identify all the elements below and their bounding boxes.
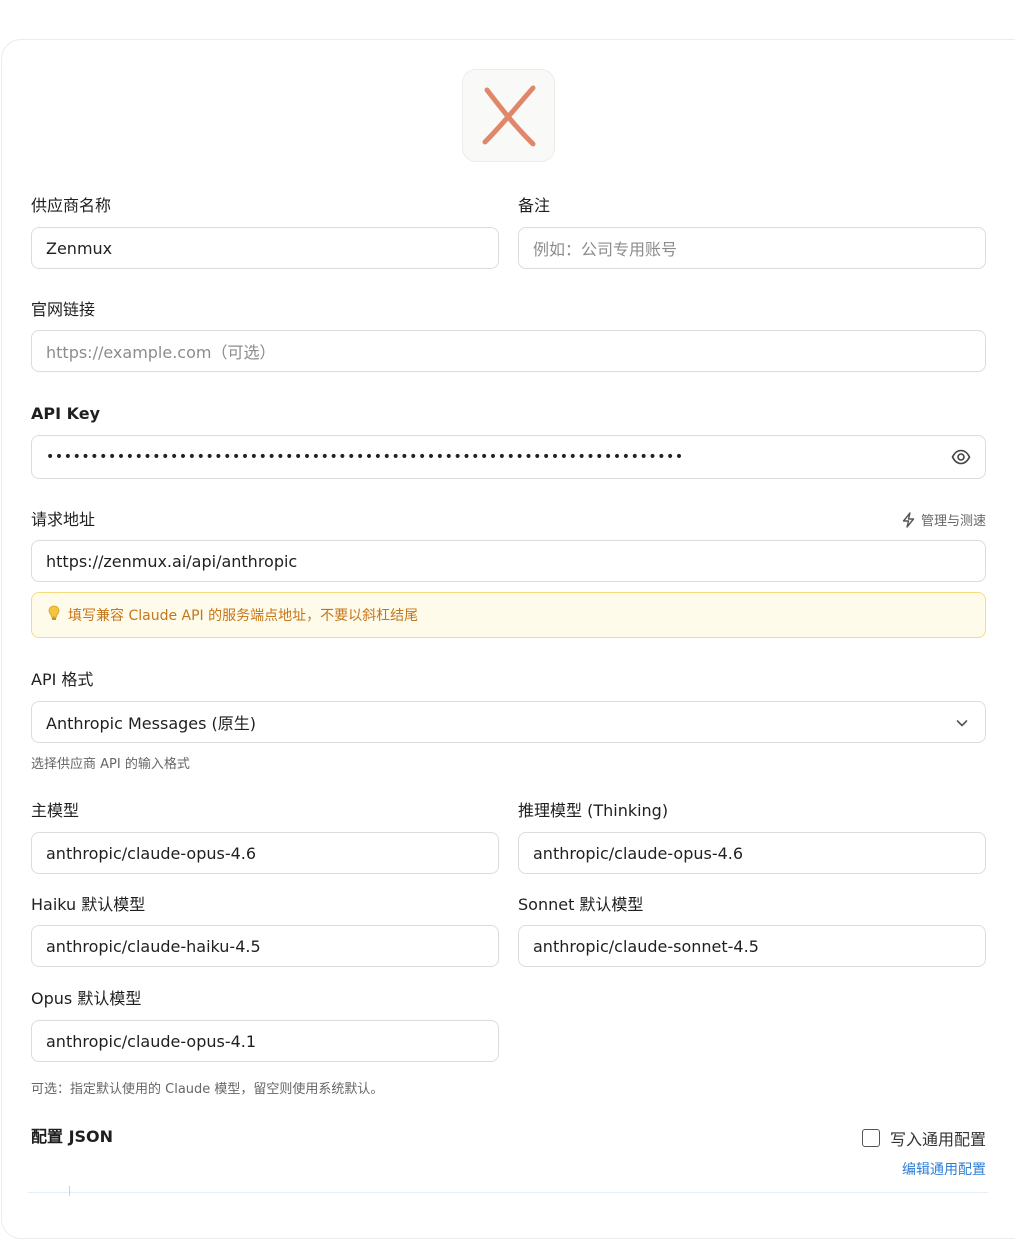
chevron-down-icon	[955, 715, 969, 734]
haiku-model-input[interactable]: anthropic/claude-haiku-4.5	[31, 925, 499, 967]
api-format-label: API 格式	[31, 670, 94, 689]
note-label: 备注	[518, 196, 551, 215]
models-helper: 可选：指定默认使用的 Claude 模型，留空则使用系统默认。	[31, 1082, 384, 1097]
edit-common-config-link[interactable]: 编辑通用配置	[902, 1159, 986, 1179]
opus-model-input[interactable]: anthropic/claude-opus-4.1	[31, 1020, 499, 1062]
manage-speedtest-label: 管理与测速	[920, 514, 986, 529]
opus-model-value: anthropic/claude-opus-4.1	[46, 1031, 257, 1051]
editor-gutter-line	[69, 1186, 70, 1196]
eye-icon[interactable]	[951, 448, 971, 470]
sonnet-model-value: anthropic/claude-sonnet-4.5	[533, 936, 759, 956]
manage-speedtest-button[interactable]: 管理与测速	[901, 510, 986, 529]
thinking-model-label: 推理模型 (Thinking)	[518, 801, 669, 820]
opus-model-label: Opus 默认模型	[31, 989, 142, 1008]
website-placeholder: https://example.com（可选）	[46, 343, 276, 362]
website-input[interactable]: https://example.com（可选）	[31, 330, 986, 372]
editor-top-border	[28, 1192, 988, 1193]
main-model-input[interactable]: anthropic/claude-opus-4.6	[31, 832, 499, 874]
endpoint-label: 请求地址	[31, 510, 96, 529]
note-input[interactable]: 例如：公司专用账号	[518, 227, 986, 269]
api-format-value: Anthropic Messages (原生)	[46, 714, 257, 733]
sonnet-model-input[interactable]: anthropic/claude-sonnet-4.5	[518, 925, 986, 967]
endpoint-hint-text: 填写兼容 Claude API 的服务端点地址，不要以斜杠结尾	[68, 608, 419, 624]
api-key-masked-value: ••••••••••••••••••••••••••••••••••••••••…	[46, 449, 684, 465]
provider-name-value: Zenmux	[46, 238, 113, 258]
thinking-model-input[interactable]: anthropic/claude-opus-4.6	[518, 832, 986, 874]
main-model-value: anthropic/claude-opus-4.6	[46, 843, 257, 863]
lightbulb-icon	[48, 605, 60, 625]
provider-name-label: 供应商名称	[31, 196, 112, 215]
write-common-config-checkbox[interactable]	[861, 1129, 880, 1147]
write-common-config-label: 写入通用配置	[889, 1130, 986, 1149]
haiku-model-value: anthropic/claude-haiku-4.5	[46, 936, 261, 956]
endpoint-value: https://zenmux.ai/api/anthropic	[46, 551, 298, 571]
provider-name-input[interactable]: Zenmux	[31, 227, 499, 269]
endpoint-input[interactable]: https://zenmux.ai/api/anthropic	[31, 540, 986, 582]
api-format-select[interactable]: Anthropic Messages (原生)	[31, 701, 986, 743]
config-json-label: 配置 JSON	[31, 1127, 114, 1146]
endpoint-hint: 填写兼容 Claude API 的服务端点地址，不要以斜杠结尾	[31, 592, 986, 638]
sonnet-model-label: Sonnet 默认模型	[518, 895, 644, 914]
write-common-config-toggle[interactable]: 写入通用配置	[861, 1126, 986, 1150]
api-key-label: API Key	[31, 404, 101, 423]
main-model-label: 主模型	[31, 801, 80, 820]
note-placeholder: 例如：公司专用账号	[533, 240, 678, 259]
api-key-input[interactable]: ••••••••••••••••••••••••••••••••••••••••…	[31, 435, 986, 479]
thinking-model-value: anthropic/claude-opus-4.6	[533, 843, 744, 863]
api-format-helper: 选择供应商 API 的输入格式	[31, 757, 190, 772]
provider-logo[interactable]	[462, 69, 555, 162]
lightning-icon	[902, 511, 915, 528]
provider-logo-icon	[482, 85, 535, 146]
website-label: 官网链接	[31, 300, 96, 319]
haiku-model-label: Haiku 默认模型	[31, 895, 146, 914]
